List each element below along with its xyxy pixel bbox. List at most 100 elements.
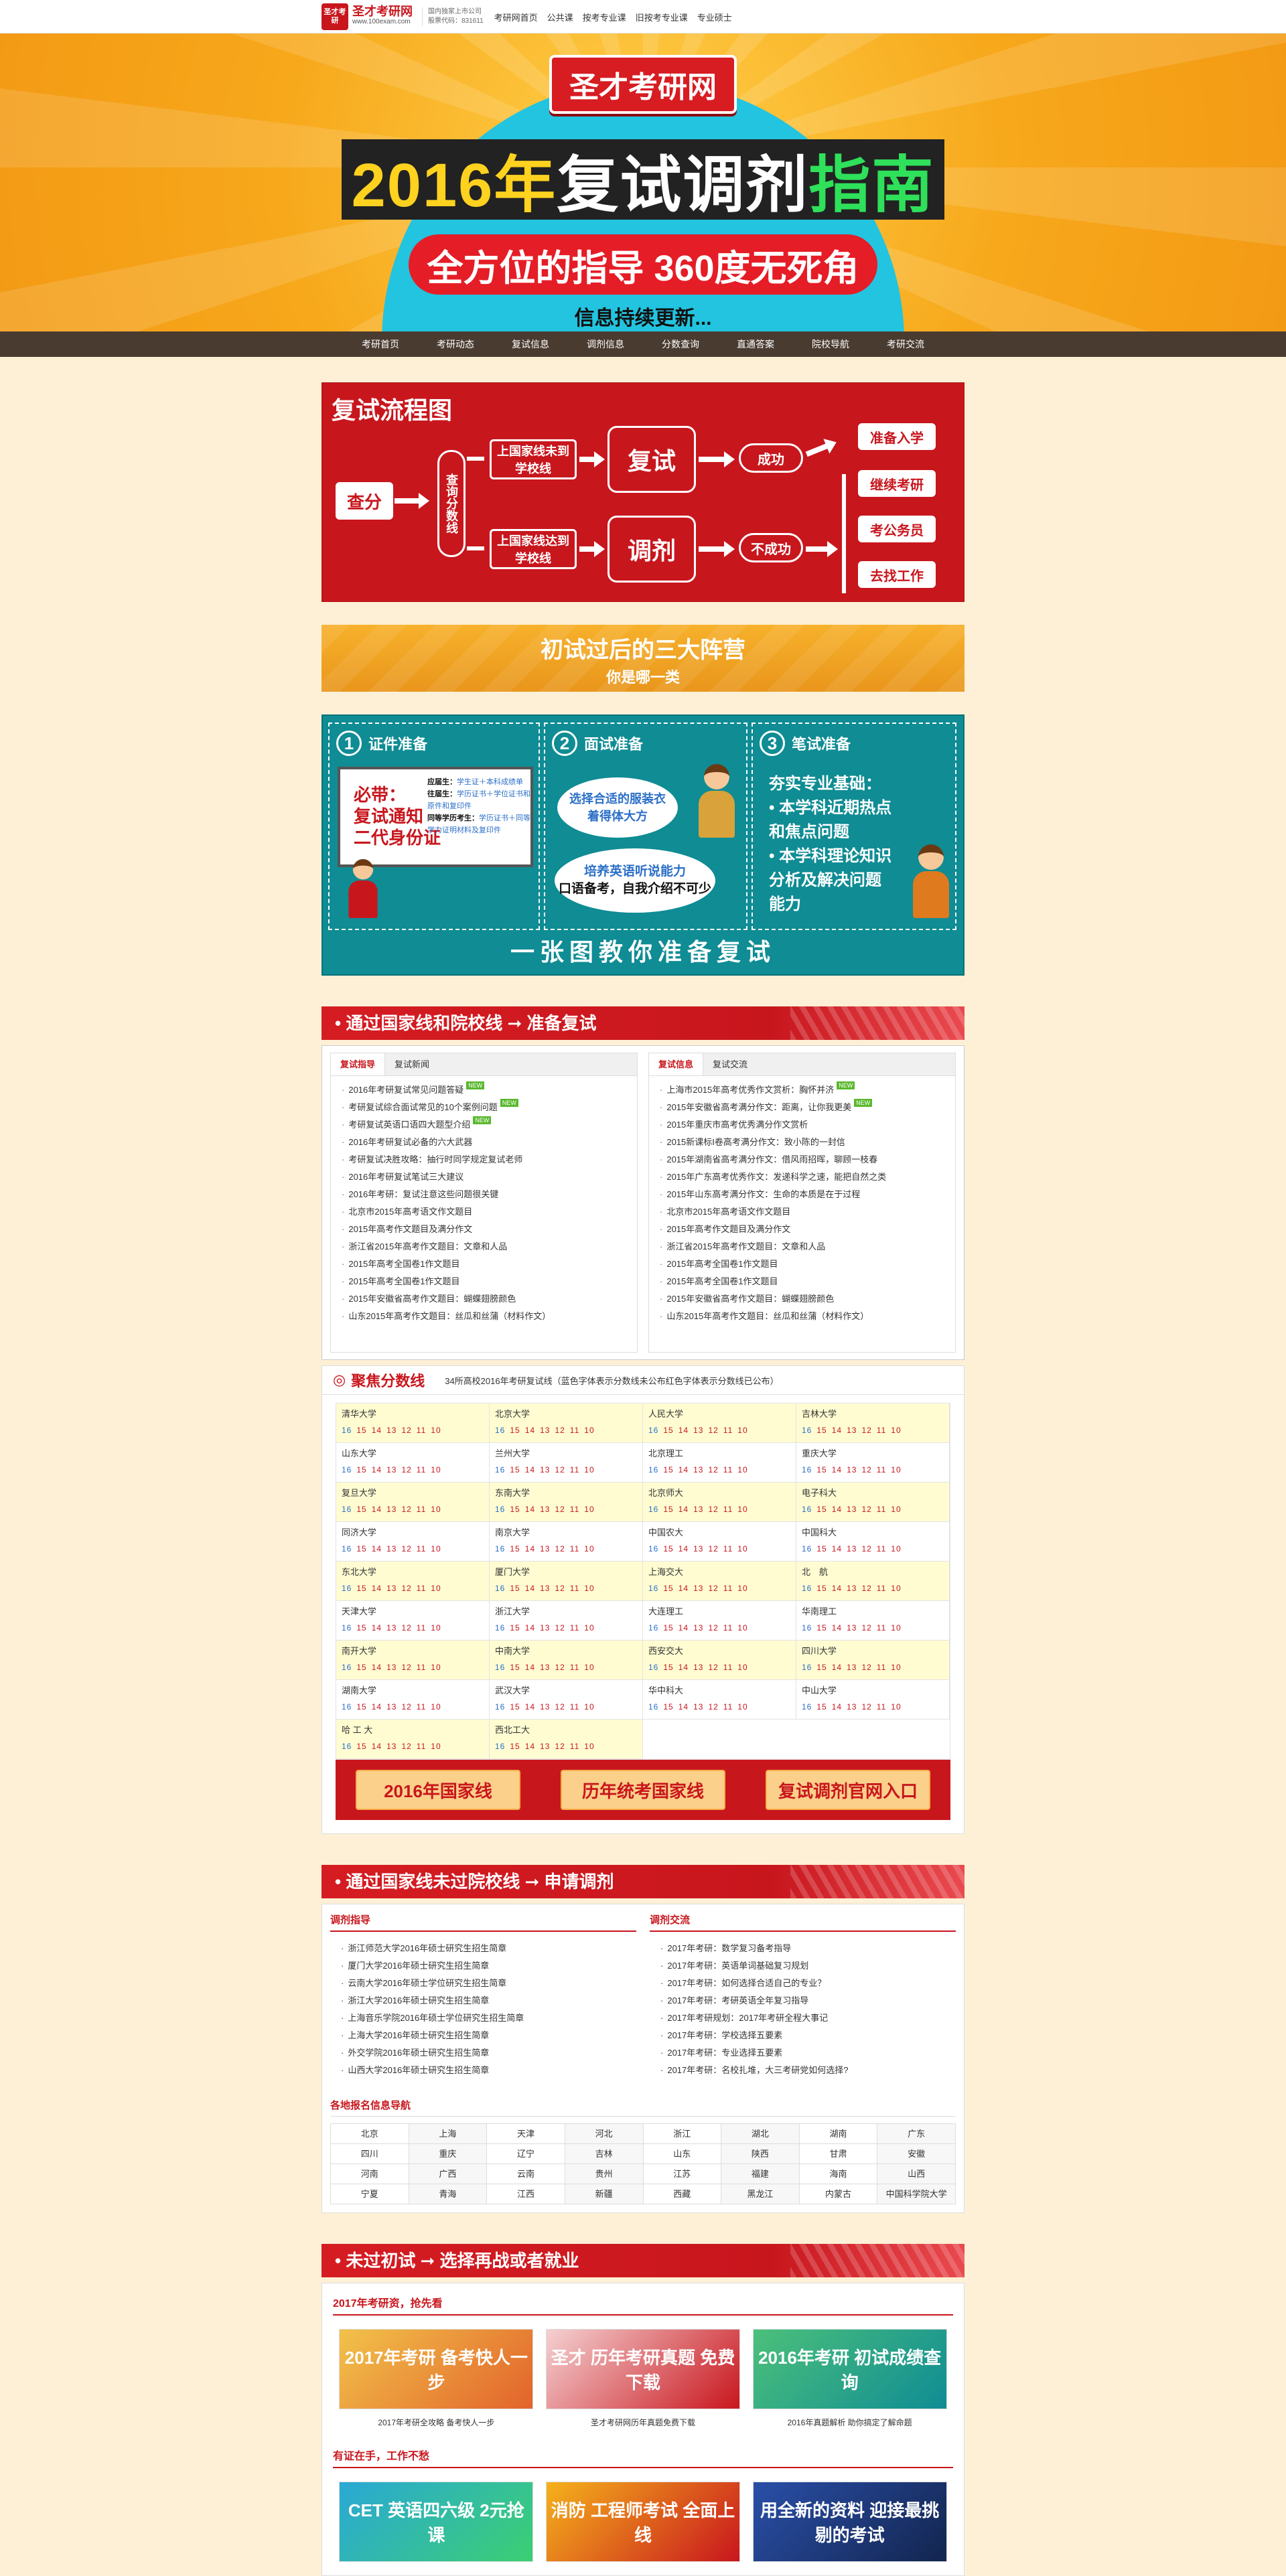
year-link[interactable]: 10	[737, 1505, 747, 1514]
promo-image[interactable]: CET 英语四六级 2元抢课	[339, 2482, 534, 2562]
school-name[interactable]: 上海交大	[648, 1564, 790, 1580]
region-link[interactable]: 青海	[409, 2184, 488, 2204]
year-link[interactable]: 14	[678, 1702, 689, 1712]
year-link[interactable]: 11	[723, 1544, 733, 1554]
year-link[interactable]: 13	[540, 1742, 550, 1751]
year-link[interactable]: 15	[510, 1663, 520, 1672]
year-link[interactable]: 12	[708, 1663, 718, 1672]
adjust-item[interactable]: 2017年考研：数学复习备考指导	[660, 1940, 945, 1957]
school-name[interactable]: 同济大学	[342, 1525, 484, 1541]
tab-retest-info[interactable]: 复试信息	[649, 1053, 704, 1075]
year-link[interactable]: 10	[431, 1426, 441, 1435]
year-link[interactable]: 14	[372, 1702, 382, 1712]
school-name[interactable]: 南开大学	[342, 1643, 484, 1659]
year-link[interactable]: 11	[570, 1663, 579, 1672]
news-item[interactable]: 山东2015年高考作文题目：丝瓜和丝蒲（材料作文）	[660, 1308, 944, 1325]
school-name[interactable]: 厦门大学	[495, 1564, 637, 1580]
news-item[interactable]: 浙江省2015年高考作文题目：文章和人品	[342, 1238, 626, 1256]
news-title[interactable]: 山东2015年高考作文题目：丝瓜和丝蒲（材料作文）	[348, 1311, 551, 1321]
year-link[interactable]: 16	[648, 1465, 658, 1474]
year-link[interactable]: 11	[877, 1426, 886, 1435]
adjust-exchange-title[interactable]: 调剂交流	[650, 1912, 956, 1932]
year-link[interactable]: 15	[663, 1544, 673, 1554]
year-link[interactable]: 16	[495, 1426, 505, 1435]
year-link[interactable]: 15	[510, 1426, 520, 1435]
tab-retest-exchange[interactable]: 复试交流	[703, 1053, 757, 1075]
school-name[interactable]: 重庆大学	[802, 1446, 944, 1462]
promo-caption[interactable]: 2016年真题解析 助你搞定了解命题	[753, 2409, 947, 2436]
year-link[interactable]: 13	[386, 1702, 397, 1712]
news-title[interactable]: 考研复试决胜攻略：抽行时同学规定复试老师	[348, 1154, 522, 1164]
year-link[interactable]: 11	[877, 1663, 886, 1672]
news-item[interactable]: 2015年高考全国卷1作文题目	[660, 1273, 944, 1290]
year-link[interactable]: 16	[342, 1584, 352, 1593]
region-link[interactable]: 江苏	[643, 2164, 722, 2184]
year-link[interactable]: 14	[525, 1465, 535, 1474]
year-link[interactable]: 16	[342, 1623, 352, 1633]
adjust-item[interactable]: 2017年考研：专业选择五要素	[660, 2044, 945, 2062]
year-link[interactable]: 14	[372, 1426, 382, 1435]
year-link[interactable]: 15	[816, 1544, 827, 1554]
year-link[interactable]: 16	[648, 1584, 658, 1593]
year-link[interactable]: 11	[570, 1544, 579, 1554]
year-link[interactable]: 14	[525, 1742, 535, 1751]
adjust-item[interactable]: 2017年考研：名校扎堆，大三考研党如何选择?	[660, 2062, 945, 2079]
news-item[interactable]: 2015年重庆市高考优秀满分作文赏析	[660, 1116, 944, 1134]
year-link[interactable]: 13	[386, 1623, 397, 1633]
year-link[interactable]: 12	[708, 1623, 718, 1633]
year-link[interactable]: 16	[342, 1505, 352, 1514]
news-item[interactable]: 2015年广东高考优秀作文：发递科学之速，能把自然之类	[660, 1168, 944, 1186]
news-title[interactable]: 2015新课标I卷高考满分作文：致小陈的一封信	[666, 1137, 845, 1147]
year-link[interactable]: 14	[525, 1584, 535, 1593]
year-link[interactable]: 11	[723, 1505, 733, 1514]
national-line-2016-button[interactable]: 2016年国家线	[356, 1770, 520, 1810]
year-link[interactable]: 16	[648, 1544, 658, 1554]
school-name[interactable]: 人民大学	[648, 1406, 790, 1422]
promo-card[interactable]: 2016年考研 初试成绩查询 2016年真题解析 助你搞定了解命题	[752, 2329, 947, 2436]
region-link[interactable]: 辽宁	[487, 2144, 565, 2164]
school-name[interactable]: 中国科大	[802, 1525, 944, 1541]
year-link[interactable]: 15	[663, 1663, 673, 1672]
news-item[interactable]: 2015新课标I卷高考满分作文：致小陈的一封信	[660, 1134, 944, 1151]
year-link[interactable]: 11	[570, 1426, 579, 1435]
year-link[interactable]: 15	[510, 1584, 520, 1593]
year-link[interactable]: 15	[356, 1544, 366, 1554]
year-link[interactable]: 13	[693, 1505, 703, 1514]
region-link[interactable]: 海南	[799, 2164, 878, 2184]
year-link[interactable]: 16	[802, 1465, 812, 1474]
year-link[interactable]: 10	[431, 1544, 441, 1554]
year-link[interactable]: 13	[386, 1742, 397, 1751]
region-link[interactable]: 中国科学院大学	[877, 2184, 956, 2204]
promo-caption[interactable]: 圣才考研网历年真题免费下载	[546, 2409, 740, 2436]
year-link[interactable]: 11	[417, 1623, 426, 1633]
year-link[interactable]: 13	[693, 1584, 703, 1593]
news-item[interactable]: 2016年考研：复试注意这些问题很关键	[342, 1186, 626, 1203]
year-link[interactable]: 16	[495, 1702, 505, 1712]
news-title[interactable]: 2015年高考全国卷1作文题目	[666, 1259, 778, 1269]
year-link[interactable]: 15	[356, 1702, 366, 1712]
school-name[interactable]: 西安交大	[648, 1643, 790, 1659]
year-link[interactable]: 16	[802, 1702, 812, 1712]
year-link[interactable]: 10	[737, 1663, 747, 1672]
adjust-item[interactable]: 山西大学2016年硕士研究生招生简章	[341, 2062, 626, 2079]
year-link[interactable]: 12	[708, 1584, 718, 1593]
year-link[interactable]: 15	[510, 1742, 520, 1751]
year-link[interactable]: 10	[431, 1465, 441, 1474]
news-title[interactable]: 2015年安徽省高考作文题目：蝴蝶翅膀颜色	[348, 1294, 516, 1304]
year-link[interactable]: 16	[648, 1663, 658, 1672]
year-link[interactable]: 12	[555, 1426, 565, 1435]
year-link[interactable]: 14	[372, 1623, 382, 1633]
nav-item[interactable]: 考研动态	[418, 337, 493, 351]
region-link[interactable]: 湖北	[721, 2124, 800, 2144]
region-link[interactable]: 广西	[409, 2164, 488, 2184]
year-link[interactable]: 16	[342, 1742, 352, 1751]
news-title[interactable]: 北京市2015年高考语文作文题目	[666, 1207, 790, 1217]
year-link[interactable]: 13	[693, 1426, 703, 1435]
year-link[interactable]: 13	[386, 1584, 397, 1593]
region-link[interactable]: 北京	[331, 2124, 409, 2144]
school-name[interactable]: 中国农大	[648, 1525, 790, 1541]
year-link[interactable]: 16	[342, 1465, 352, 1474]
year-link[interactable]: 10	[891, 1544, 901, 1554]
year-link[interactable]: 16	[802, 1584, 812, 1593]
year-link[interactable]: 12	[861, 1426, 871, 1435]
